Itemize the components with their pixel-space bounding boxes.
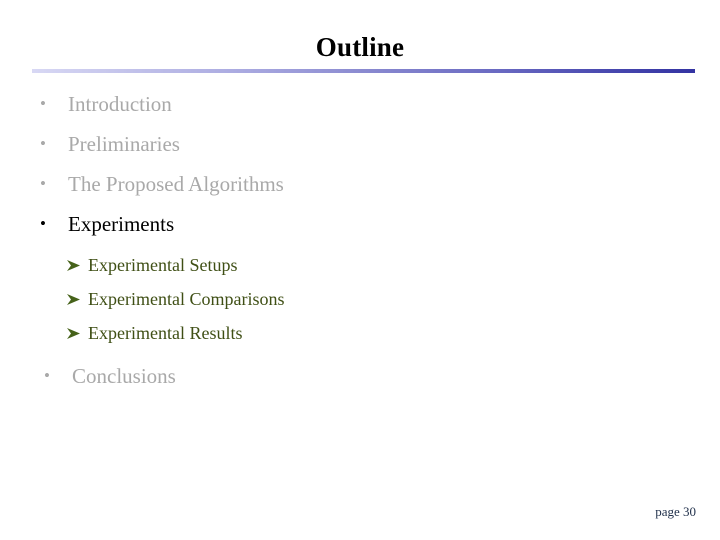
outline-item-the-proposed-algorithms[interactable]: • The Proposed Algorithms <box>0 164 720 204</box>
outline-sublist-experiments: Experimental Setups Experimental Compari… <box>0 248 720 350</box>
outline-subitem-label: Experimental Setups <box>88 255 238 275</box>
outline-subitem-experimental-setups[interactable]: Experimental Setups <box>0 248 720 282</box>
outline-item-label: Introduction <box>68 92 172 116</box>
arrowhead-right-icon <box>66 316 84 350</box>
title-divider-rule <box>32 69 695 73</box>
arrowhead-right-icon <box>66 248 84 282</box>
outline-item-label: The Proposed Algorithms <box>68 172 284 196</box>
outline-item-preliminaries[interactable]: • Preliminaries <box>0 124 720 164</box>
outline-list: • Introduction • Preliminaries • The Pro… <box>0 84 720 396</box>
outline-item-conclusions[interactable]: • Conclusions <box>0 356 720 396</box>
outline-subitem-experimental-results[interactable]: Experimental Results <box>0 316 720 350</box>
page-title: Outline <box>315 32 405 62</box>
outline-item-label: Preliminaries <box>68 132 180 156</box>
outline-item-label: Experiments <box>68 212 175 236</box>
presentation-slide: Outline • Introduction • Preliminaries •… <box>0 0 720 540</box>
bullet-icon: • <box>40 214 46 233</box>
bullet-icon: • <box>40 174 46 193</box>
outline-subitem-experimental-comparisons[interactable]: Experimental Comparisons <box>0 282 720 316</box>
outline-item-label: Conclusions <box>72 364 176 388</box>
bullet-icon: • <box>44 366 50 385</box>
bullet-icon: • <box>40 134 46 153</box>
outline-item-introduction[interactable]: • Introduction <box>0 84 720 124</box>
outline-item-experiments[interactable]: • Experiments <box>0 204 720 244</box>
bullet-icon: • <box>40 94 46 113</box>
outline-subitem-label: Experimental Comparisons <box>88 289 285 309</box>
page-number: page 30 <box>655 504 696 519</box>
outline-subitem-label: Experimental Results <box>88 323 243 343</box>
arrowhead-right-icon <box>66 282 84 316</box>
